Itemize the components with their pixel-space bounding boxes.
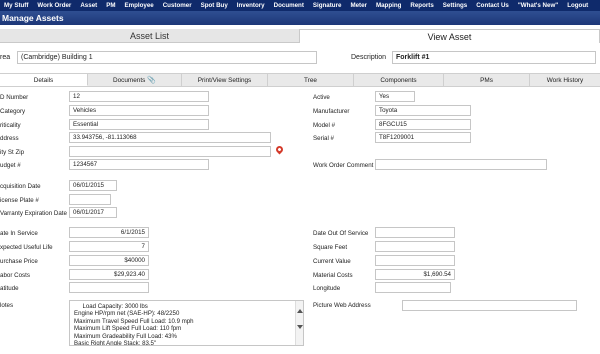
date-in-service-label: ate In Service [0, 230, 38, 237]
longitude-field[interactable] [375, 282, 451, 293]
license-plate-field[interactable] [69, 194, 111, 205]
nav-pm[interactable]: PM [106, 2, 115, 9]
top-nav: My Stuff Work Order Asset PM Employee Cu… [0, 0, 600, 11]
model-label: Model # [313, 122, 336, 129]
nav-inventory[interactable]: Inventory [237, 2, 265, 9]
nav-asset[interactable]: Asset [80, 2, 97, 9]
tab-asset-list[interactable]: Asset List [0, 29, 299, 43]
nav-reports[interactable]: Reports [410, 2, 433, 9]
latitude-label: atitude [0, 285, 19, 292]
expected-useful-life-field[interactable]: 7 [69, 241, 149, 252]
notes-text: Load Capacity: 3000 lbs Engine HP/rpm ne… [74, 303, 194, 346]
active-select[interactable]: Yes [375, 91, 415, 102]
work-order-comment-label: Work Order Comment [313, 162, 374, 169]
sub-tabs: Details Documents 📎 Print/View Settings T… [0, 73, 600, 87]
tab-details[interactable]: Details [0, 73, 88, 86]
current-value-field[interactable] [375, 255, 455, 266]
page-title-bar: Manage Assets [0, 11, 600, 25]
picture-web-address-label: Picture Web Address [313, 302, 371, 309]
square-feet-label: Square Feet [313, 244, 348, 251]
category-label: Category [0, 108, 26, 115]
acquisition-date-field[interactable]: 06/01/2015 [69, 180, 117, 191]
tab-documents[interactable]: Documents 📎 [88, 73, 182, 86]
tab-tree[interactable]: Tree [268, 73, 354, 86]
city-st-zip-field[interactable] [69, 146, 271, 157]
nav-spot-buy[interactable]: Spot Buy [201, 2, 228, 9]
paperclip-icon: 📎 [147, 77, 157, 84]
description-label: Description [351, 54, 387, 61]
notes-scrollbar[interactable] [295, 301, 303, 345]
square-feet-field[interactable] [375, 241, 455, 252]
nav-contact-us[interactable]: Contact Us [476, 2, 509, 9]
manufacturer-field[interactable]: Toyota [375, 105, 471, 116]
warranty-expiration-field[interactable]: 06/01/2017 [69, 207, 117, 218]
labor-costs-label: abor Costs [0, 272, 30, 279]
nav-signature[interactable]: Signature [313, 2, 342, 9]
city-st-zip-label: ity St Zip [0, 149, 25, 156]
map-pin-icon[interactable] [274, 144, 285, 155]
date-out-of-service-label: Date Out Of Service [313, 230, 369, 237]
nav-meter[interactable]: Meter [350, 2, 367, 9]
nav-work-order[interactable]: Work Order [37, 2, 71, 9]
tab-view-asset[interactable]: View Asset [299, 29, 600, 43]
serial-field[interactable]: T8F1209001 [375, 132, 471, 143]
address-field[interactable]: 33.943756, -81.113068 [69, 132, 271, 143]
date-out-of-service-field[interactable] [375, 227, 455, 238]
longitude-label: Longitude [313, 285, 341, 292]
tab-components[interactable]: Components [354, 73, 444, 86]
notes-textarea[interactable]: Load Capacity: 3000 lbs Engine HP/rpm ne… [69, 300, 304, 346]
nav-customer[interactable]: Customer [163, 2, 192, 9]
id-number-field[interactable]: 12 [69, 91, 209, 102]
latitude-field[interactable] [69, 282, 149, 293]
tab-pms[interactable]: PMs [444, 73, 530, 86]
notes-label: lotes [0, 302, 14, 309]
nav-mapping[interactable]: Mapping [376, 2, 401, 9]
picture-web-address-field[interactable] [402, 300, 577, 311]
serial-label: Serial # [313, 135, 334, 142]
purchase-price-field[interactable]: $40000 [69, 255, 149, 266]
category-field[interactable]: Vehicles [69, 105, 209, 116]
acquisition-date-label: cquisition Date [0, 183, 41, 190]
scroll-up-arrow-icon[interactable] [297, 309, 303, 313]
active-label: Active [313, 94, 330, 101]
material-costs-field[interactable]: $1,690.54 [375, 269, 455, 280]
purchase-price-label: urchase Price [0, 258, 38, 265]
id-number-label: D Number [0, 94, 29, 101]
area-field[interactable]: (Cambridge) Building 1 [17, 51, 317, 64]
tab-work-history[interactable]: Work History [530, 73, 600, 86]
expected-useful-life-label: xpected Useful Life [0, 244, 53, 251]
page-title: Manage Assets [2, 13, 64, 23]
nav-my-stuff[interactable]: My Stuff [4, 2, 28, 9]
model-field[interactable]: 8FGCU15 [375, 119, 471, 130]
nav-whats-new[interactable]: "What's New" [518, 2, 558, 9]
warranty-expiration-label: Varranty Expiration Date [0, 210, 67, 217]
labor-costs-field[interactable]: $29,923.40 [69, 269, 149, 280]
budget-label: udget # [0, 162, 21, 169]
tab-print-view-settings[interactable]: Print/View Settings [182, 73, 268, 86]
license-plate-label: icense Plate # [0, 197, 39, 204]
work-order-comment-field[interactable] [375, 159, 547, 170]
criticality-label: riticality [0, 122, 21, 129]
nav-document[interactable]: Document [274, 2, 304, 9]
tab-documents-label: Documents [112, 77, 146, 84]
area-label: rea [0, 54, 11, 61]
description-field[interactable]: Forklift #1 [392, 51, 596, 64]
main-tabs: Asset List View Asset [0, 29, 600, 43]
address-label: ddress [0, 135, 19, 142]
scroll-down-arrow-icon[interactable] [297, 325, 303, 329]
material-costs-label: Material Costs [313, 272, 353, 279]
date-in-service-field[interactable]: 6/1/2015 [69, 227, 149, 238]
nav-logout[interactable]: Logout [567, 2, 588, 9]
current-value-label: Current Value [313, 258, 351, 265]
nav-settings[interactable]: Settings [443, 2, 467, 9]
budget-field[interactable]: 1234567 [69, 159, 209, 170]
criticality-field[interactable]: Essential [69, 119, 209, 130]
nav-employee[interactable]: Employee [124, 2, 153, 9]
manufacturer-label: Manufacturer [313, 108, 350, 115]
